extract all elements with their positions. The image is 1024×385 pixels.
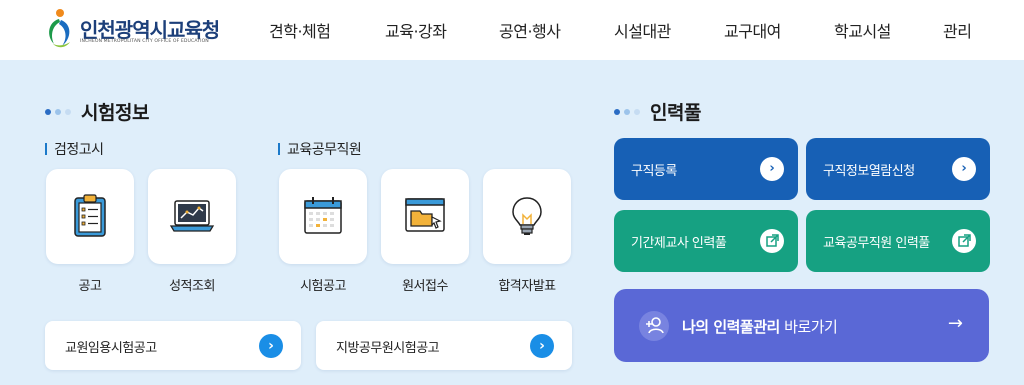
card-label: 공고 bbox=[78, 279, 102, 294]
external-link-icon bbox=[760, 229, 784, 253]
card-label: 성적조회 bbox=[169, 279, 215, 294]
chevron-right-icon: › bbox=[952, 157, 976, 181]
card-label: 합격자발표 bbox=[498, 279, 556, 294]
group-ged-title: 검정고시 bbox=[45, 139, 104, 159]
calendar-icon bbox=[304, 197, 342, 234]
card-exam-notice[interactable] bbox=[279, 169, 367, 264]
my-pool-label-rest: 바로가기 bbox=[779, 318, 838, 336]
my-pool-label-strong: 나의 인력풀관리 bbox=[682, 318, 780, 336]
title-dots bbox=[45, 108, 71, 115]
link-label: 교원임용시험공고 bbox=[65, 341, 157, 356]
nav-equipment-rental[interactable]: 교구대여 bbox=[724, 18, 781, 42]
arrow-right-icon: → bbox=[947, 313, 963, 334]
my-pool-label: 나의 인력풀관리 바로가기 bbox=[682, 316, 838, 337]
title-dots bbox=[614, 108, 640, 115]
exam-section-title: 시험정보 bbox=[45, 98, 149, 125]
chevron-right-icon: › bbox=[530, 334, 554, 358]
nav-facility-rental[interactable]: 시설대관 bbox=[614, 18, 671, 42]
card-application[interactable] bbox=[381, 169, 469, 264]
my-pool-manage-button[interactable]: 나의 인력풀관리 바로가기 → bbox=[614, 289, 989, 362]
header: 인천광역시교육청 INCHEON METROPOLITAN CITY OFFIC… bbox=[0, 0, 1024, 60]
job-info-view-request-button[interactable]: 구직정보열람신청 › bbox=[806, 138, 990, 200]
card-score-check[interactable] bbox=[148, 169, 236, 264]
folder-window-icon bbox=[405, 198, 445, 232]
clipboard-icon bbox=[74, 194, 106, 237]
nav-admin[interactable]: 관리 bbox=[943, 18, 972, 42]
teacher-exam-notice-link[interactable]: 교원임용시험공고 › bbox=[45, 321, 301, 370]
button-label: 구직정보열람신청 bbox=[823, 164, 915, 179]
laptop-chart-icon bbox=[169, 200, 215, 232]
card-result[interactable] bbox=[483, 169, 571, 264]
external-link-icon bbox=[952, 229, 976, 253]
local-official-exam-notice-link[interactable]: 지방공무원시험공고 › bbox=[316, 321, 572, 370]
job-seek-register-button[interactable]: 구직등록 › bbox=[614, 138, 798, 200]
logo-mark-icon bbox=[49, 9, 70, 48]
logo-subtitle: INCHEON METROPOLITAN CITY OFFICE OF EDUC… bbox=[80, 39, 209, 44]
card-notice[interactable] bbox=[46, 169, 134, 264]
exam-title: 시험정보 bbox=[81, 102, 149, 124]
lightbulb-icon bbox=[512, 197, 542, 235]
pool-title: 인력풀 bbox=[650, 102, 701, 124]
nav-tour[interactable]: 견학·체험 bbox=[269, 18, 331, 42]
group-ged-label: 검정고시 bbox=[54, 142, 104, 158]
logo[interactable]: 인천광역시교육청 INCHEON METROPOLITAN CITY OFFIC… bbox=[44, 8, 224, 50]
edu-staff-pool-button[interactable]: 교육공무직원 인력풀 bbox=[806, 210, 990, 272]
button-label: 교육공무직원 인력풀 bbox=[823, 236, 930, 251]
group-staff-label: 교육공무직원 bbox=[287, 142, 362, 158]
nav-performance[interactable]: 공연·행사 bbox=[499, 18, 561, 42]
button-label: 기간제교사 인력풀 bbox=[631, 236, 727, 251]
group-staff-title: 교육공무직원 bbox=[278, 139, 362, 159]
link-label: 지방공무원시험공고 bbox=[336, 341, 440, 356]
contract-teacher-pool-button[interactable]: 기간제교사 인력풀 bbox=[614, 210, 798, 272]
chevron-right-icon: › bbox=[760, 157, 784, 181]
person-add-icon bbox=[639, 311, 669, 341]
button-label: 구직등록 bbox=[631, 164, 677, 179]
pool-section-title: 인력풀 bbox=[614, 98, 701, 125]
card-label: 시험공고 bbox=[300, 279, 346, 294]
nav-school-facility[interactable]: 학교시설 bbox=[834, 18, 891, 42]
chevron-right-icon: › bbox=[259, 334, 283, 358]
card-label: 원서접수 bbox=[402, 279, 448, 294]
nav-education[interactable]: 교육·강좌 bbox=[385, 18, 447, 42]
